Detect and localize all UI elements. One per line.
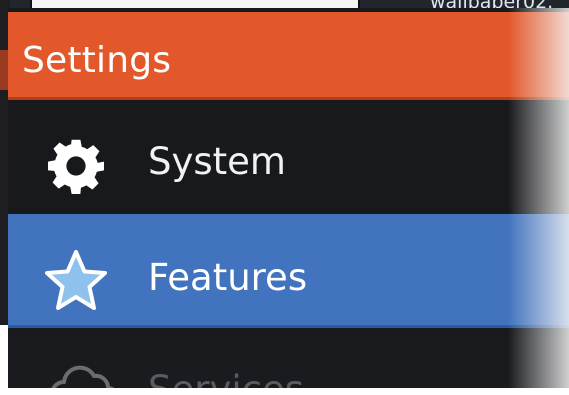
menu-label-features: Features — [148, 256, 308, 299]
menu-label-services: Services — [148, 368, 304, 388]
menu-label-system: System — [148, 140, 286, 183]
cloud-icon — [51, 365, 115, 388]
menu-item-features[interactable]: Features — [8, 214, 569, 328]
menu-item-system[interactable]: System — [8, 100, 569, 214]
gear-icon — [48, 139, 104, 194]
settings-header: Settings — [8, 12, 569, 100]
screen: wallpaper02. Settings System Features — [0, 0, 569, 395]
star-icon — [45, 250, 107, 310]
settings-title: Settings — [22, 40, 172, 81]
menu-item-services[interactable]: Services — [8, 336, 569, 388]
settings-panel: Settings System Features Services — [8, 8, 569, 388]
